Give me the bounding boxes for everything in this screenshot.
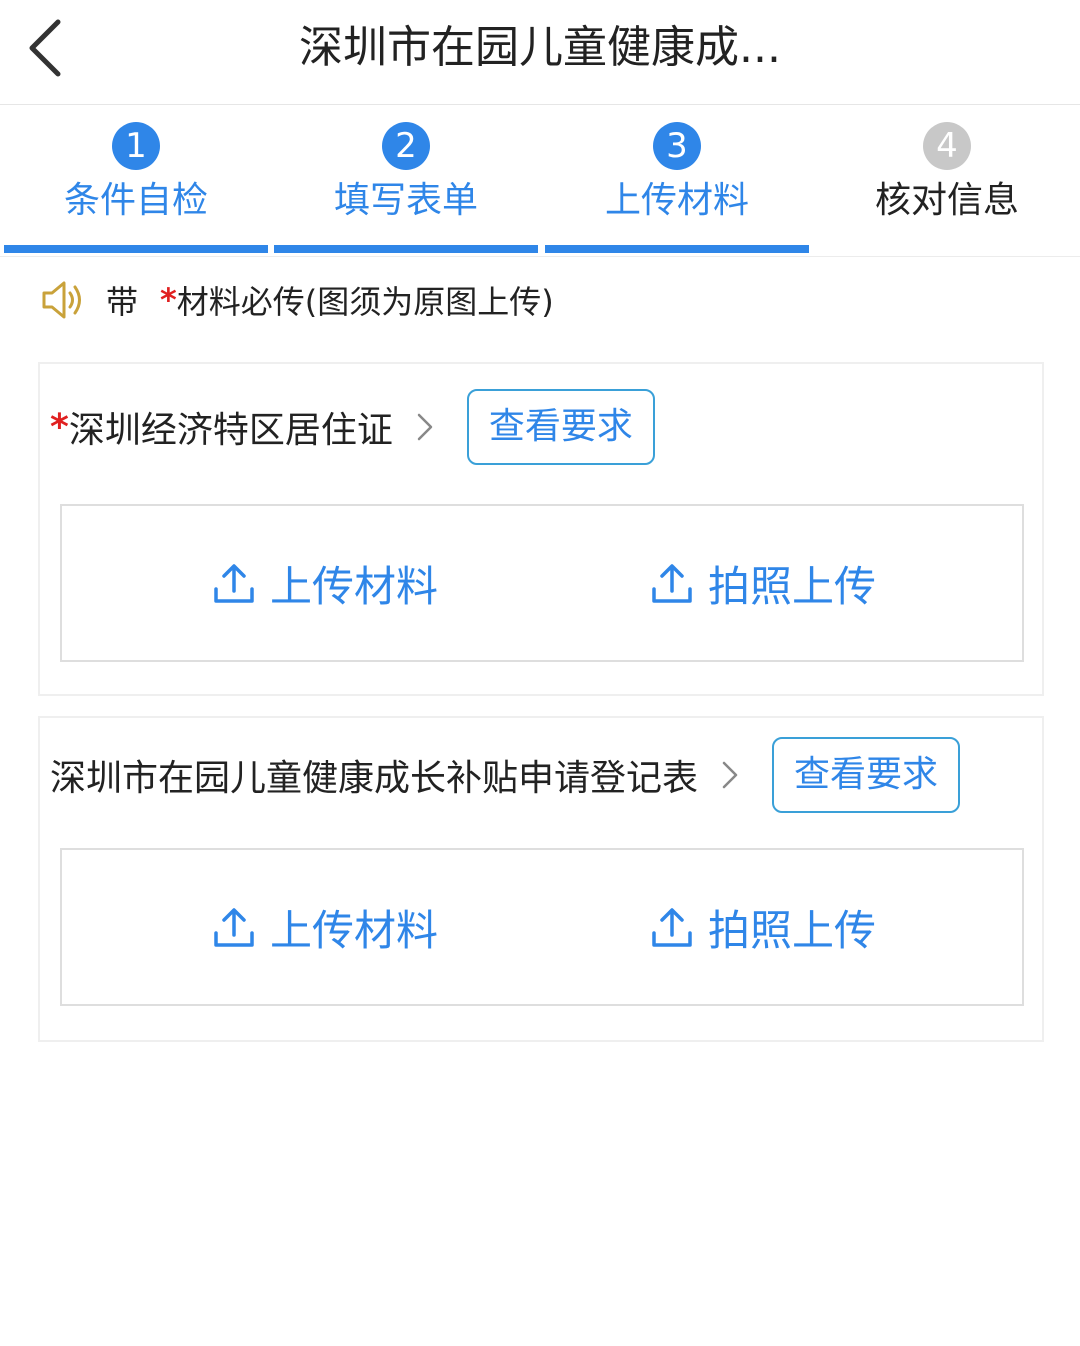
app-header: 深圳市在园儿童健康成... [0,0,1080,105]
chevron-left-icon [29,19,61,77]
step-label: 条件自检 [63,180,208,221]
notice-prefix: 带 [106,283,139,321]
upload-material-label: 上传材料 [270,561,439,611]
upload-icon [214,908,254,947]
material-card: 深圳市在园儿童健康成长补贴申请登记表 查看要求 上传材料 拍照上传 [38,716,1044,1042]
material-header: * 深圳经济特区居住证 查看要求 [50,388,1032,466]
step-label: 填写表单 [333,180,478,221]
view-requirements-button[interactable]: 查看要求 [466,389,655,465]
back-button[interactable] [18,14,74,82]
take-photo-button[interactable]: 拍照上传 [650,850,876,1004]
upload-box: 上传材料 拍照上传 [60,504,1024,662]
step-label: 核对信息 [874,180,1019,221]
view-requirements-button[interactable]: 查看要求 [772,737,961,813]
material-header: 深圳市在园儿童健康成长补贴申请登记表 查看要求 [50,736,1032,814]
required-star: * [160,281,177,319]
upload-icon [652,564,692,603]
upload-box: 上传材料 拍照上传 [60,848,1024,1006]
material-card: * 深圳经济特区居住证 查看要求 上传材料 拍照上传 [38,362,1044,696]
take-photo-label: 拍照上传 [708,905,877,955]
step-number: 2 [382,122,430,170]
step-2[interactable]: 2 填写表单 [274,105,538,257]
step-number: 3 [653,122,701,170]
step-number: 1 [112,122,160,170]
step-progress-bar [274,245,538,253]
material-title[interactable]: 深圳市在园儿童健康成长补贴申请登记表 [50,749,698,801]
upload-material-label: 上传材料 [270,905,439,955]
upload-material-button[interactable]: 上传材料 [212,506,438,660]
step-1[interactable]: 1 条件自检 [4,105,268,257]
step-4[interactable]: 4 核对信息 [815,105,1079,257]
upload-icon [652,908,692,947]
chevron-right-icon[interactable] [409,407,443,447]
take-photo-label: 拍照上传 [708,561,877,611]
step-number: 4 [923,122,971,170]
step-3[interactable]: 3 上传材料 [545,105,809,257]
step-label: 上传材料 [604,180,749,221]
upload-material-button[interactable]: 上传材料 [212,850,438,1004]
step-progress-bar [4,245,268,253]
speaker-icon [42,281,81,319]
material-title[interactable]: 深圳经济特区居住证 [69,401,393,453]
required-notice: 带 * 材料必传(图须为原图上传) [40,276,1040,324]
required-star: * [50,406,69,448]
step-progress-bar [545,245,809,253]
take-photo-button[interactable]: 拍照上传 [650,506,876,660]
step-indicator: 1 条件自检 2 填写表单 3 上传材料 4 核对信息 [0,105,1080,257]
chevron-right-icon[interactable] [714,755,748,795]
upload-icon [214,564,254,603]
page-title: 深圳市在园儿童健康成... [299,22,781,73]
notice-text: 材料必传(图须为原图上传) [176,283,554,321]
